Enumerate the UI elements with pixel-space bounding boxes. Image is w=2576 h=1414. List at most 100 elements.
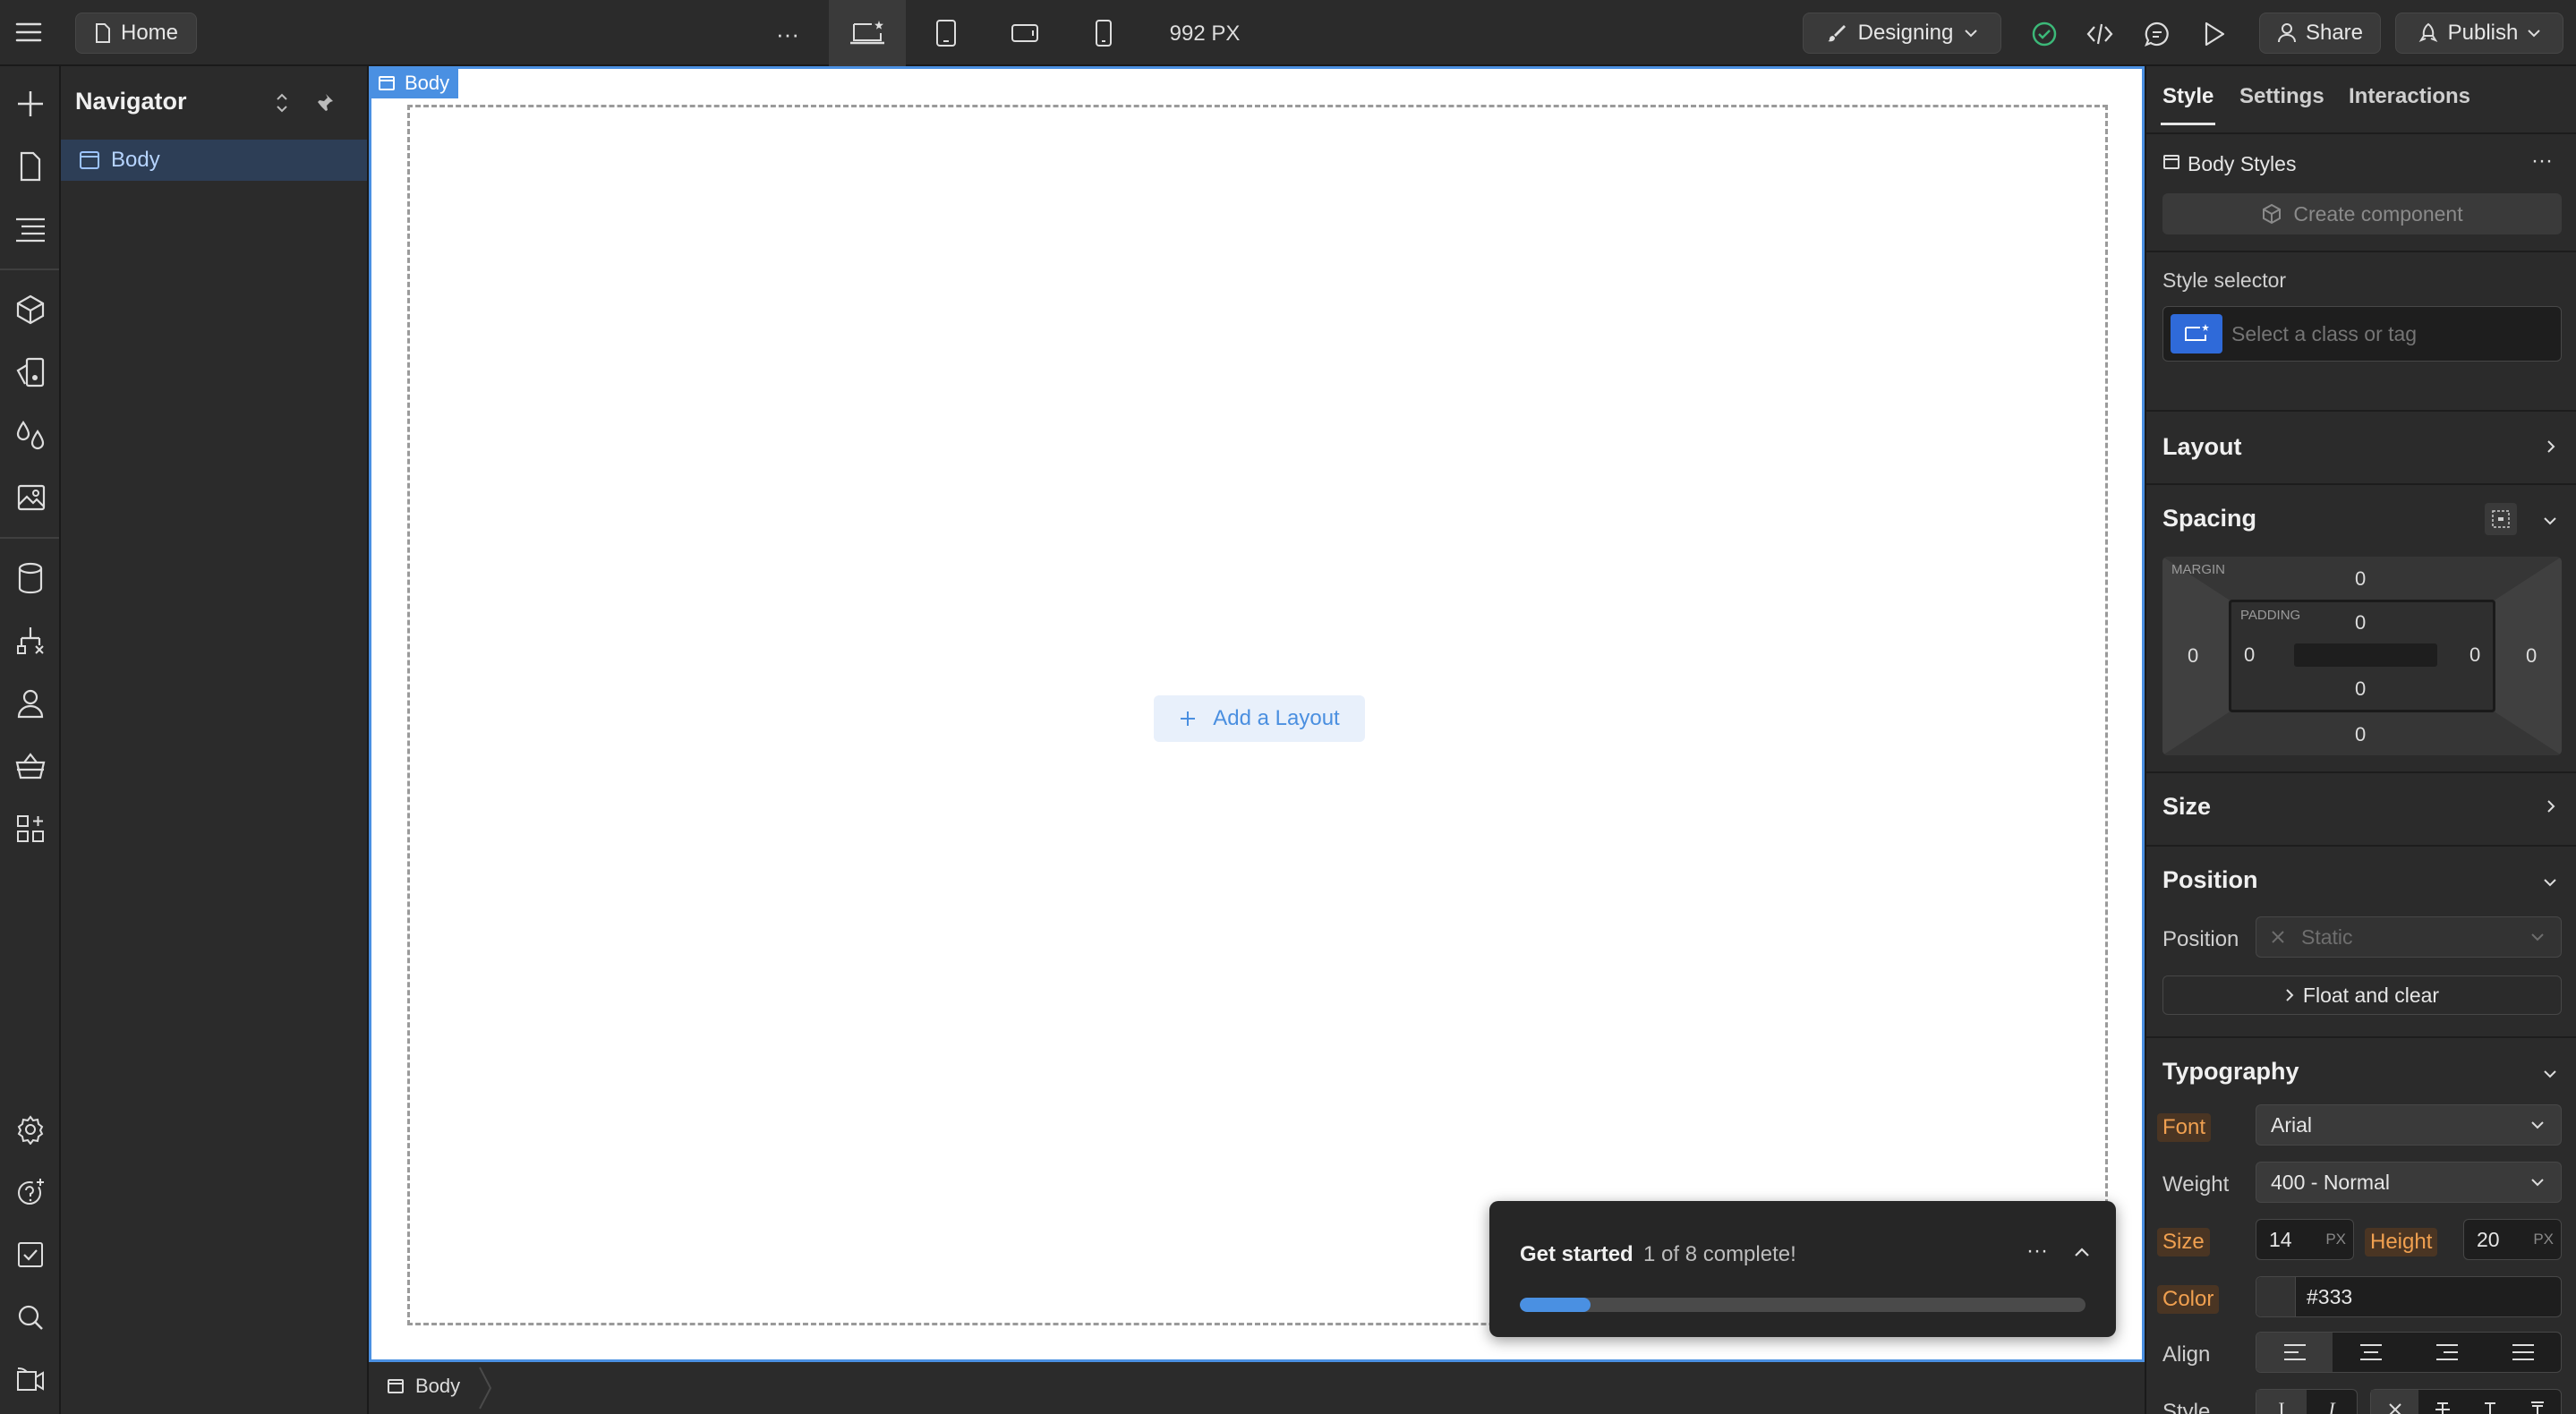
collapse-chevron-up-icon[interactable] xyxy=(2073,1246,2091,1258)
selected-element-tag[interactable]: Body xyxy=(369,68,459,98)
color-value: #333 xyxy=(2307,1284,2353,1308)
chevron-down-icon[interactable] xyxy=(2542,1069,2558,1079)
margin-right-value[interactable]: 0 xyxy=(2526,644,2537,668)
logic-flow-icon[interactable] xyxy=(11,621,50,660)
home-page-button[interactable]: Home xyxy=(75,13,197,54)
font-size-unit[interactable]: PX xyxy=(2325,1231,2346,1248)
section-position-title[interactable]: Position xyxy=(2162,866,2258,894)
add-layout-button[interactable]: Add a Layout xyxy=(1154,695,1365,742)
margin-top-value[interactable]: 0 xyxy=(2355,567,2366,591)
align-button-group xyxy=(2256,1332,2562,1373)
menu-icon[interactable] xyxy=(9,13,48,52)
font-style-italic-button[interactable]: I xyxy=(2307,1390,2357,1414)
comments-icon[interactable] xyxy=(2137,14,2177,54)
position-select[interactable]: Static xyxy=(2256,916,2562,958)
mode-dropdown[interactable]: Designing xyxy=(1803,13,2001,54)
margin-left-value[interactable]: 0 xyxy=(2188,644,2198,668)
design-canvas[interactable]: Add a Layout Body Get started 1 of 8 com… xyxy=(369,66,2145,1414)
weight-select[interactable]: 400 - Normal xyxy=(2256,1162,2562,1203)
breadcrumb-item-body[interactable]: Body xyxy=(387,1375,460,1398)
font-value: Arial xyxy=(2271,1112,2313,1137)
static-x-icon xyxy=(2271,930,2285,944)
decoration-underline-button[interactable] xyxy=(2466,1390,2513,1414)
margin-bottom-value[interactable]: 0 xyxy=(2355,723,2366,746)
font-select[interactable]: Arial xyxy=(2256,1104,2562,1146)
style-selectors-icon[interactable] xyxy=(11,353,50,392)
color-input[interactable]: #333 xyxy=(2256,1276,2562,1317)
section-layout-title[interactable]: Layout xyxy=(2162,433,2242,461)
tab-interactions[interactable]: Interactions xyxy=(2349,84,2470,109)
tab-style[interactable]: Style xyxy=(2161,84,2216,125)
share-button[interactable]: Share xyxy=(2259,13,2381,54)
audit-checkbox-icon[interactable] xyxy=(11,1235,50,1274)
code-view-icon[interactable] xyxy=(2080,14,2120,54)
padding-left-value[interactable]: 0 xyxy=(2244,643,2255,667)
help-ai-icon[interactable] xyxy=(11,1172,50,1212)
users-icon[interactable] xyxy=(11,684,50,723)
create-component-button[interactable]: Create component xyxy=(2162,193,2562,234)
align-left-button[interactable] xyxy=(2256,1333,2333,1372)
breakpoint-mobile-portrait-button[interactable] xyxy=(1065,0,1142,66)
canvas-width-readout[interactable]: 992 PX xyxy=(1160,16,1250,52)
search-icon[interactable] xyxy=(11,1298,50,1337)
add-layout-label: Add a Layout xyxy=(1213,706,1340,730)
section-size-title[interactable]: Size xyxy=(2162,793,2211,821)
breakpoint-desktop-button[interactable] xyxy=(829,0,906,66)
settings-gear-icon[interactable] xyxy=(11,1110,50,1149)
more-options-button[interactable]: ··· xyxy=(768,16,807,52)
add-elements-icon[interactable] xyxy=(11,84,50,124)
navigator-tree-item-body[interactable]: Body xyxy=(61,140,367,181)
style-selector-input[interactable] xyxy=(2231,316,2554,352)
panel-divider xyxy=(2146,1036,2576,1038)
apps-grid-icon[interactable] xyxy=(11,809,50,848)
get-started-panel: Get started 1 of 8 complete! ··· xyxy=(1489,1201,2116,1337)
status-check-icon[interactable] xyxy=(2025,14,2064,54)
font-style-button-group: I I xyxy=(2256,1389,2358,1414)
page-icon xyxy=(94,22,112,44)
user-icon xyxy=(2277,22,2297,44)
padding-top-value[interactable]: 0 xyxy=(2355,611,2366,635)
align-center-button[interactable] xyxy=(2333,1333,2409,1372)
chevron-down-icon[interactable] xyxy=(2542,515,2558,526)
variables-drops-icon[interactable] xyxy=(11,415,50,455)
align-right-button[interactable] xyxy=(2409,1333,2485,1372)
page-frame[interactable]: Add a Layout xyxy=(369,66,2145,1362)
section-spacing-title[interactable]: Spacing xyxy=(2162,505,2256,532)
style-selector-field[interactable] xyxy=(2162,306,2562,362)
color-swatch[interactable] xyxy=(2256,1277,2296,1316)
line-height-input[interactable]: 20 PX xyxy=(2463,1219,2562,1260)
font-style-normal-button[interactable]: I xyxy=(2256,1390,2307,1414)
float-and-clear-button[interactable]: Float and clear xyxy=(2162,975,2562,1015)
section-typography-title[interactable]: Typography xyxy=(2162,1058,2299,1086)
font-size-input[interactable]: 14 PX xyxy=(2256,1219,2354,1260)
chevron-right-icon[interactable] xyxy=(2546,798,2556,814)
style-label: Style xyxy=(2162,1400,2211,1414)
decoration-overline-button[interactable] xyxy=(2513,1390,2561,1414)
tab-settings[interactable]: Settings xyxy=(2239,84,2324,109)
pin-icon[interactable] xyxy=(311,88,338,118)
publish-button[interactable]: Publish xyxy=(2395,13,2563,54)
decoration-none-button[interactable] xyxy=(2371,1390,2418,1414)
pages-icon[interactable] xyxy=(11,147,50,186)
padding-right-value[interactable]: 0 xyxy=(2469,643,2480,667)
breakpoint-tablet-button[interactable] xyxy=(908,0,985,66)
chevron-down-icon[interactable] xyxy=(2542,877,2558,888)
video-tutorials-icon[interactable] xyxy=(11,1360,50,1400)
components-cube-icon[interactable] xyxy=(11,290,50,329)
ecommerce-basket-icon[interactable] xyxy=(11,746,50,786)
assets-image-icon[interactable] xyxy=(11,478,50,517)
padding-bottom-value[interactable]: 0 xyxy=(2355,677,2366,701)
preview-play-icon[interactable] xyxy=(2195,14,2234,54)
align-justify-button[interactable] xyxy=(2485,1333,2561,1372)
navigator-icon[interactable] xyxy=(11,209,50,249)
spacing-preset-icon[interactable] xyxy=(2485,503,2517,535)
cms-database-icon[interactable] xyxy=(11,558,50,598)
body-styles-more-button[interactable]: ··· xyxy=(2531,149,2553,174)
line-height-unit[interactable]: PX xyxy=(2533,1231,2554,1248)
chevron-right-icon[interactable] xyxy=(2546,439,2556,455)
decoration-strikethrough-button[interactable] xyxy=(2418,1390,2466,1414)
breakpoint-mobile-landscape-button[interactable] xyxy=(986,0,1063,66)
weight-label: Weight xyxy=(2162,1172,2230,1197)
get-started-more-button[interactable]: ··· xyxy=(2026,1239,2048,1264)
expand-collapse-icon[interactable] xyxy=(269,88,295,118)
